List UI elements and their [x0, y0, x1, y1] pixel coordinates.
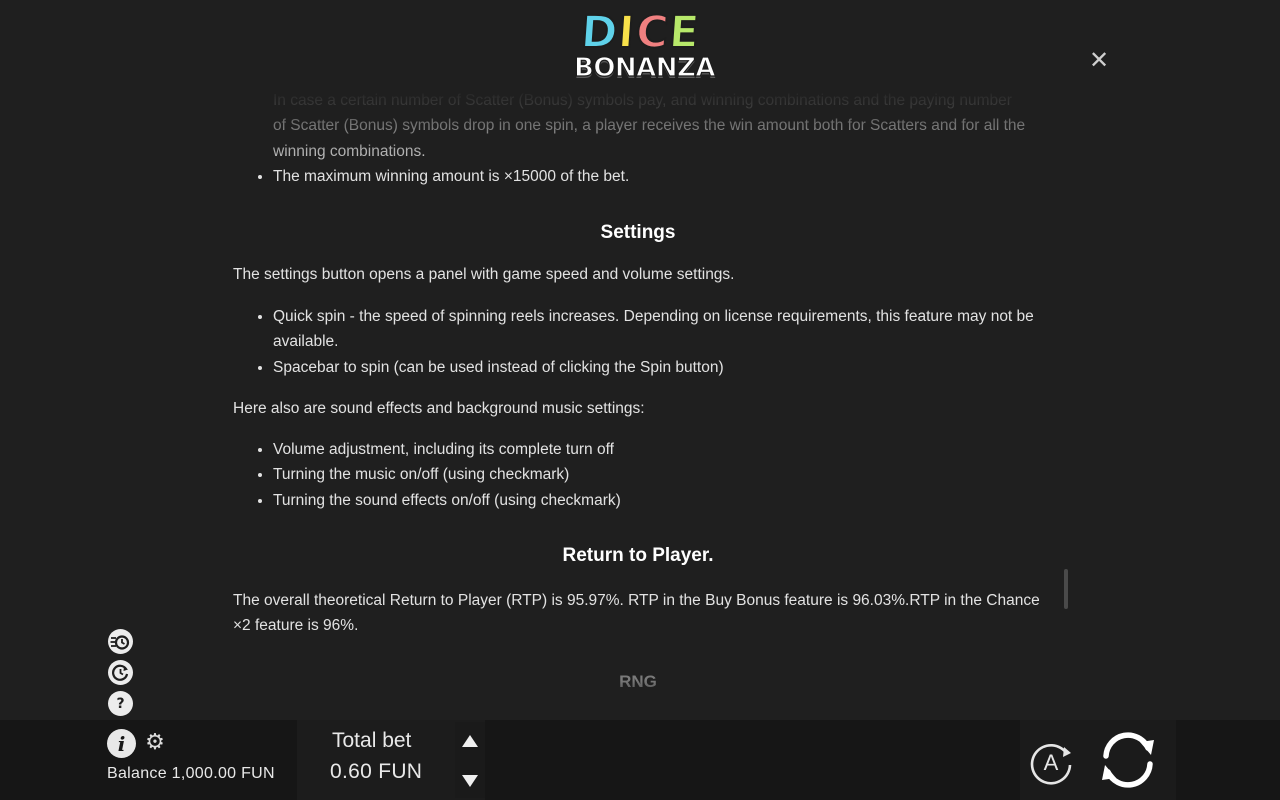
autoplay-side-icon[interactable] [108, 660, 133, 685]
list-item: Turning the music on/off (using checkmar… [273, 462, 1043, 488]
sound-settings-intro: Here also are sound effects and backgrou… [233, 400, 645, 417]
logo-letter-d: D [578, 6, 620, 59]
bet-decrease-icon[interactable] [462, 775, 478, 787]
logo-bonanza-word: BONANZA [573, 53, 716, 83]
rng-section-title: RNG [619, 671, 657, 691]
total-bet-value: 0.60 FUN [330, 760, 423, 783]
list-item: Quick spin - the speed of spinning reels… [273, 304, 1043, 355]
logo-letter-c: C [633, 6, 671, 59]
autoplay-letter: A [1044, 750, 1059, 775]
list-item: Turning the sound effects on/off (using … [273, 488, 1043, 514]
scrollbar-thumb[interactable] [1064, 569, 1068, 609]
rules-content[interactable]: In case a certain number of Scatter (Bon… [233, 88, 1043, 706]
autoplay-icon: A [1030, 743, 1072, 785]
spin-icon [1102, 732, 1154, 788]
help-icon[interactable]: ? [108, 691, 133, 716]
logo-letter-e: E [666, 6, 702, 59]
list-item: In case a certain number of Scatter (Bon… [273, 88, 1043, 113]
total-bet-label: Total bet [332, 729, 412, 752]
list-item: Volume adjustment, including its complet… [273, 437, 1043, 463]
rtp-section-title: Return to Player. [562, 545, 714, 566]
gear-icon[interactable]: ⚙ [144, 732, 166, 754]
balance-display: Balance 1,000.00 FUN [107, 765, 275, 782]
settings-intro: The settings button opens a panel with g… [233, 266, 735, 283]
bet-increase-icon[interactable] [462, 735, 478, 747]
list-item: of Scatter (Bonus) symbols drop in one s… [273, 117, 1026, 160]
info-icon[interactable]: i [107, 729, 136, 758]
close-icon[interactable]: ✕ [1087, 48, 1111, 72]
logo-letter-i: I [616, 6, 638, 59]
spin-button[interactable] [1094, 726, 1162, 794]
list-item: The maximum winning amount is ×15000 of … [273, 164, 1043, 190]
turbo-spin-glyph [108, 629, 133, 654]
autoplay-button[interactable]: A [1026, 737, 1076, 787]
settings-section-title: Settings [600, 221, 676, 243]
logo-dice-word: D I C E [574, 6, 706, 59]
autoplay-side-glyph [108, 660, 133, 685]
list-item: Spacebar to spin (can be used instead of… [273, 355, 1043, 381]
game-logo: D I C E BONANZA [573, 6, 716, 90]
rtp-text: The overall theoretical Return to Player… [233, 591, 1040, 635]
turbo-spin-icon[interactable] [108, 629, 133, 654]
